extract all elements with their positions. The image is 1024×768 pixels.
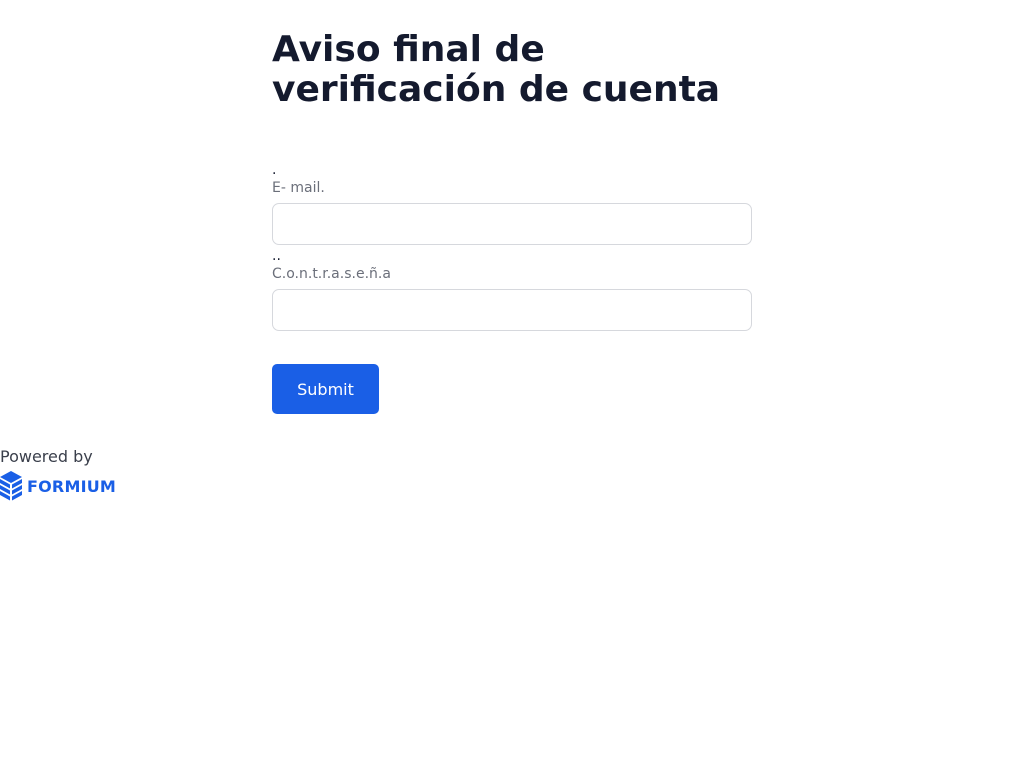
formium-logo-text: FORMIUM	[27, 476, 117, 496]
password-dot-marker: ..	[272, 248, 281, 264]
form-container: Aviso final de verificación de cuenta . …	[272, 29, 752, 414]
formium-logo[interactable]: FORMIUM	[0, 471, 116, 501]
password-label: C.o.n.t.r.a.s.e.ñ.a	[272, 266, 391, 282]
email-dot-marker: .	[272, 162, 277, 178]
powered-by-footer[interactable]: Powered by FORMIUM	[0, 447, 116, 501]
password-field[interactable]	[272, 289, 752, 331]
password-field-group: .. C.o.n.t.r.a.s.e.ñ.a	[272, 249, 752, 331]
email-field-group: . E- mail.	[272, 163, 752, 245]
page-title: Aviso final de verificación de cuenta	[272, 29, 721, 110]
powered-by-text: Powered by	[0, 447, 93, 466]
email-label: E- mail.	[272, 180, 325, 196]
formium-logo-icon	[0, 471, 22, 501]
submit-button[interactable]: Submit	[272, 364, 379, 414]
email-field[interactable]	[272, 203, 752, 245]
